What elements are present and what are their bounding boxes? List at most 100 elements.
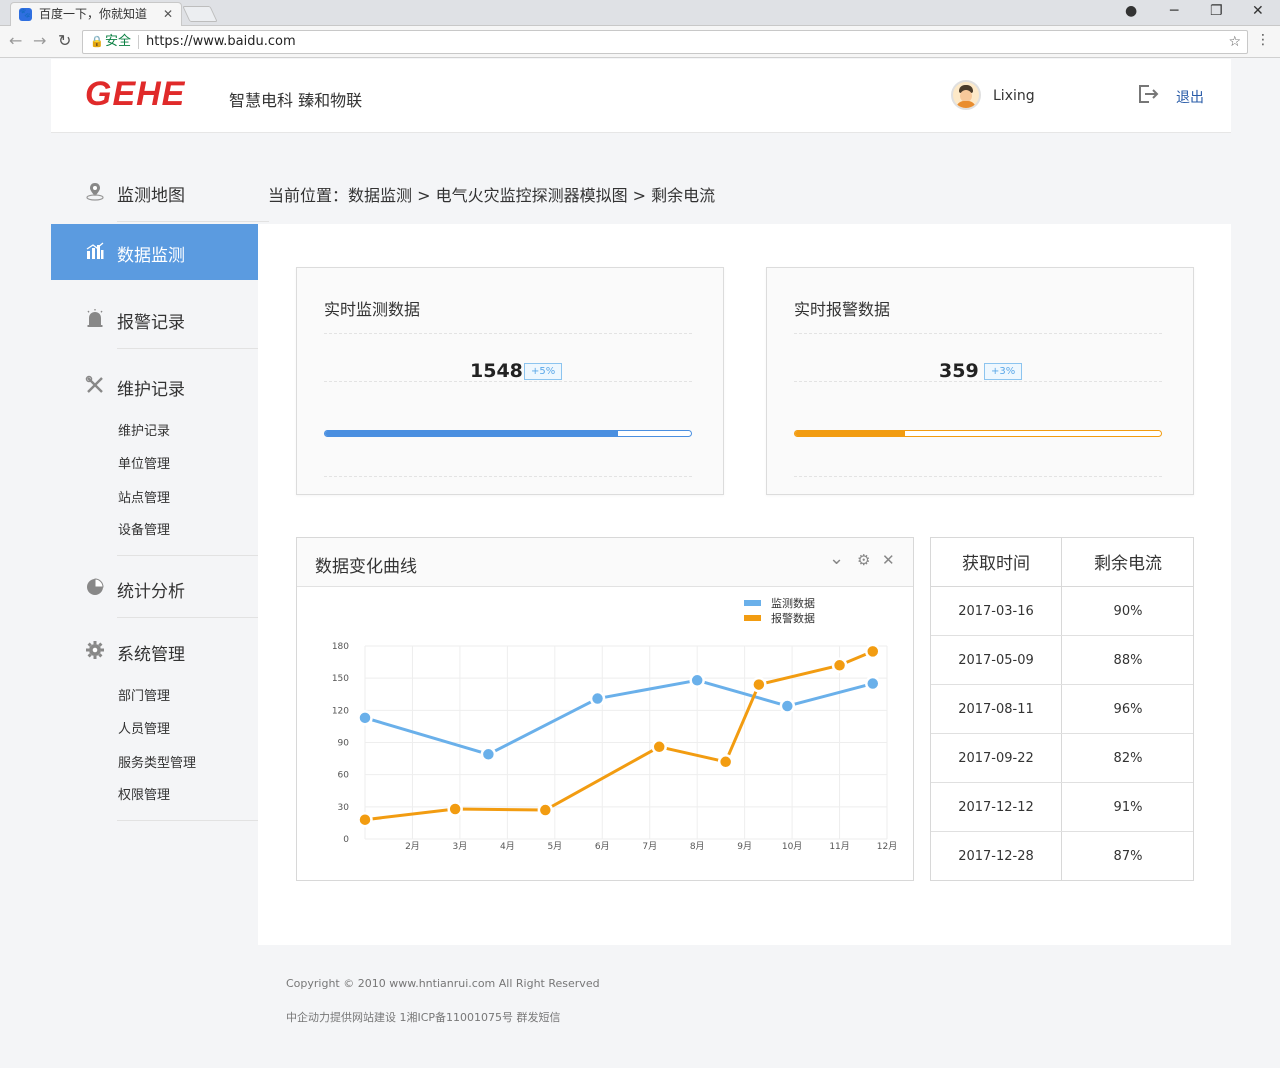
gehe-logo: GEHE [85,75,186,113]
data-point [831,657,848,674]
alarm-progress-fill [795,431,905,436]
browser-tab[interactable]: 🐾 百度一下，你就知道 ✕ [10,2,182,26]
forward-icon[interactable]: → [33,31,46,50]
cell-time: 2017-12-12 [931,783,1062,831]
sidebar-item-label: 报警记录 [117,313,185,333]
card-divider [324,476,692,477]
submenu-staff-management[interactable]: 人员管理 [118,718,170,737]
legend-swatch [744,615,761,621]
new-tab-button[interactable] [182,6,218,22]
cell-current: 87% [1113,849,1143,864]
window-close-icon[interactable]: ✕ [1252,3,1264,19]
residual-current-table: 获取时间 剩余电流 2017-03-16 90% 2017-05-09 88% 2017… [930,537,1194,881]
card-divider [324,333,692,334]
y-tick-label: 30 [338,803,350,813]
data-point [865,675,881,692]
secure-label: 安全 [105,34,132,49]
card-divider [794,333,1162,334]
y-tick-label: 60 [338,771,350,781]
submenu-department-management[interactable]: 部门管理 [118,685,170,704]
lock-icon: 🔒 [90,35,104,48]
browser-menu-icon[interactable]: ⋮ [1256,32,1270,48]
close-icon[interactable]: ✕ [882,551,895,569]
settings-gear-icon[interactable]: ⚙ [857,551,870,569]
sidebar-item-map[interactable]: 监测地图 [51,164,258,220]
sidebar-divider [117,221,269,222]
browser-tab-bar: 🐾 百度一下，你就知道 ✕ ● ─ ❐ ✕ [0,0,1280,26]
cell-time: 2017-08-11 [931,685,1062,733]
footer-links: 中企动力提供网站建设 1湘ICP备11001075号 群发短信 [286,1011,561,1024]
monitor-value: 1548 [470,360,523,382]
alarm-change-badge: +3% [984,363,1023,380]
submenu-unit-management[interactable]: 单位管理 [118,453,170,472]
chart-header: 数据变化曲线 ⌄ ⚙ ✕ [297,538,913,587]
sidebar-item-maintenance[interactable]: 维护记录 [51,358,258,414]
table-row: 2017-12-28 87% [931,832,1193,881]
series-line [364,678,874,756]
logout-button[interactable]: 退出 [1176,87,1204,107]
cell-time: 2017-09-22 [931,734,1062,782]
sidebar-item-label: 维护记录 [117,380,185,400]
y-tick-label: 120 [332,706,349,716]
column-header-time: 获取时间 [931,538,1062,586]
realtime-monitor-card: 实时监测数据 1548 +5% [296,267,724,495]
sidebar-divider [117,617,269,618]
line-chart: 180 150 120 90 60 30 0 2月 3月 4月 5月 6月 7月 8月 9月 10月 11月 12… [332,596,897,852]
legend-label: 监测数据 [771,596,815,610]
x-tick-label: 6月 [595,841,610,852]
sidebar-item-alarm[interactable]: 报警记录 [51,291,258,347]
gear-icon [86,641,104,659]
address-bar[interactable]: 🔒 安全 https://www.baidu.com ☆ [82,30,1248,54]
username[interactable]: Lixing [993,88,1035,104]
sidebar-divider [117,820,269,821]
chevron-down-icon[interactable]: ⌄ [829,548,844,569]
cell-current: 88% [1113,653,1143,668]
legend-swatch [744,600,761,606]
x-tick-label: 11月 [829,841,849,852]
logout-icon[interactable] [1137,83,1159,105]
chart-title: 数据变化曲线 [315,557,417,577]
profile-icon[interactable]: ● [1125,3,1137,19]
back-icon[interactable]: ← [9,31,22,50]
bookmark-star-icon[interactable]: ☆ [1228,31,1241,53]
sidebar-item-label: 统计分析 [117,582,185,602]
minimize-icon[interactable]: ─ [1170,3,1178,19]
y-tick-label: 180 [332,642,349,652]
sidebar-item-system[interactable]: 系统管理 [51,623,258,679]
alarm-value: 359 [939,360,979,382]
data-point [717,754,734,770]
card-title: 实时报警数据 [794,300,891,319]
data-trend-chart-card: 数据变化曲线 ⌄ ⚙ ✕ 180 150 120 90 60 30 0 2月 3月 4月 5月 6月 7… [296,537,914,881]
data-point [447,801,463,817]
footer-copyright: Copyright © 2010 www.hntianrui.com All R… [286,977,600,990]
page-header: GEHE 智慧电科 臻和物联 Lixing 退出 [51,59,1231,133]
realtime-alarm-card: 实时报警数据 359 +3% [766,267,1194,495]
submenu-maintenance-record[interactable]: 维护记录 [118,420,170,439]
restore-icon[interactable]: ❐ [1210,3,1223,19]
sidebar-item-statistics[interactable]: 统计分析 [51,560,258,616]
cell-current: 96% [1113,702,1143,717]
card-title: 实时监测数据 [324,300,421,319]
monitor-progress-bar [324,430,692,437]
submenu-site-management[interactable]: 站点管理 [118,487,170,506]
card-divider [324,381,692,382]
data-point [480,746,497,763]
breadcrumb: 当前位置：数据监测 > 电气火灾监控探测器模拟图 > 剩余电流 [268,186,716,205]
tab-close-icon[interactable]: ✕ [163,3,173,25]
table-row: 2017-03-16 90% [931,587,1193,636]
submenu-permission-management[interactable]: 权限管理 [118,784,170,803]
submenu-device-management[interactable]: 设备管理 [118,519,170,538]
pie-chart-icon [87,578,104,595]
x-tick-label: 2月 [405,841,420,852]
reload-icon[interactable]: ↻ [58,31,71,50]
table-row: 2017-09-22 82% [931,734,1193,783]
submenu-service-type-management[interactable]: 服务类型管理 [118,752,196,771]
monitor-progress-fill [325,431,618,436]
tools-icon [85,375,103,393]
address-separator [138,35,139,49]
cell-time: 2017-03-16 [931,587,1062,635]
avatar[interactable] [951,80,981,110]
data-point [537,802,554,818]
x-tick-label: 10月 [782,841,802,852]
sidebar-item-data-monitor[interactable]: 数据监测 [51,224,258,280]
